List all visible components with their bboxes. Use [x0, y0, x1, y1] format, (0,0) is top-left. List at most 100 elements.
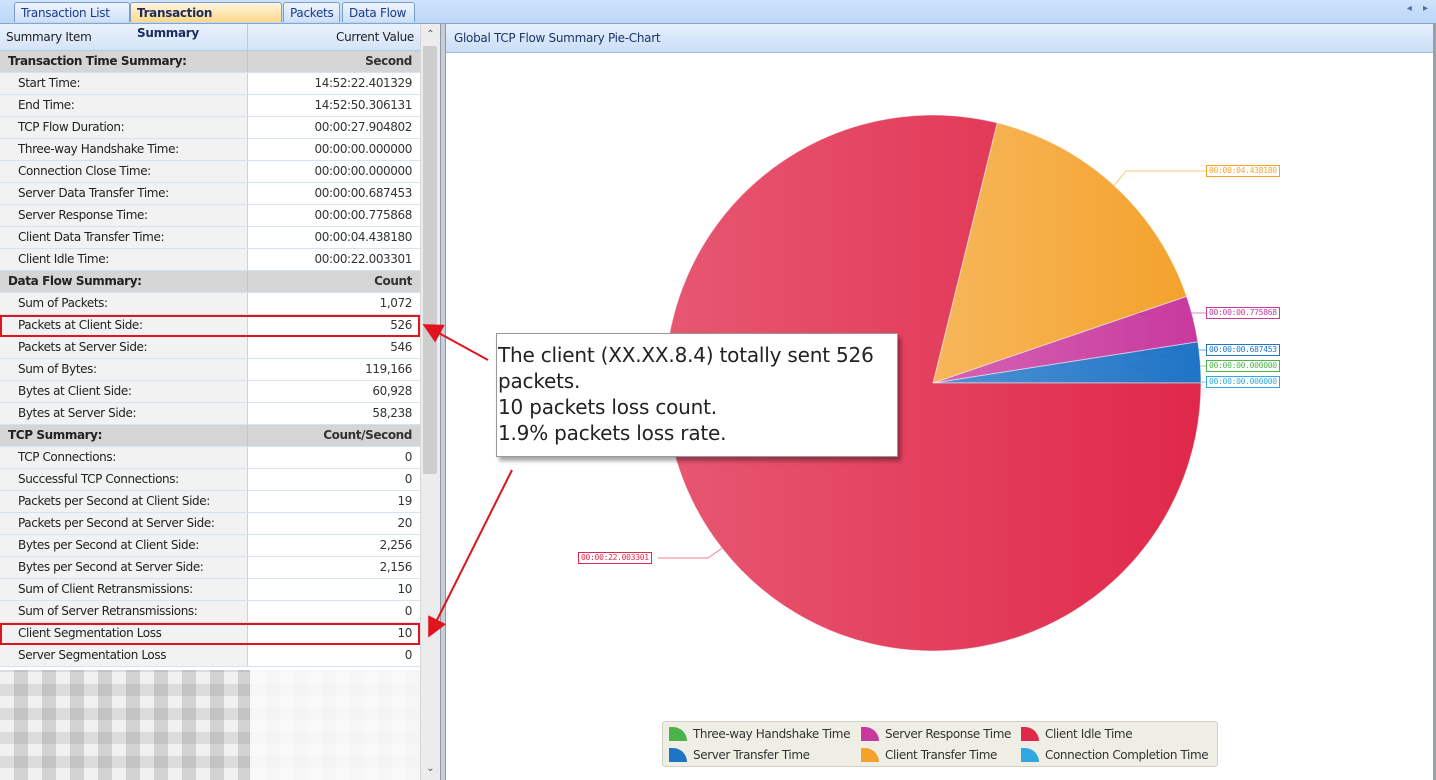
annotation-line: 1.9% packets loss rate. — [498, 421, 727, 445]
tab-packets[interactable]: Packets — [283, 2, 340, 22]
summary-item-label: Packets at Client Side: — [0, 315, 248, 336]
summary-item-label: Packets per Second at Client Side: — [0, 491, 248, 512]
table-row[interactable]: Connection Close Time: 00:00:00.000000 — [0, 161, 420, 183]
legend-label: Client Idle Time — [1045, 727, 1133, 741]
table-row[interactable]: Packets per Second at Client Side: 19 — [0, 491, 420, 513]
table-row[interactable]: Packets per Second at Server Side: 20 — [0, 513, 420, 535]
table-row[interactable]: Server Data Transfer Time: 00:00:00.68745… — [0, 183, 420, 205]
summary-item-label: Server Segmentation Loss — [0, 645, 248, 666]
pie-data-label: 00:00:00.000000 — [1206, 360, 1280, 372]
summary-item-label: Connection Close Time: — [0, 161, 248, 182]
summary-item-label: Sum of Packets: — [0, 293, 248, 314]
summary-item-value: 10 — [397, 626, 413, 640]
table-row[interactable]: Client Idle Time: 00:00:22.003301 — [0, 249, 420, 271]
table-row[interactable]: Sum of Packets: 1,072 — [0, 293, 420, 315]
table-row[interactable]: Bytes at Server Side: 58,238 — [0, 403, 420, 425]
table-row[interactable]: Server Segmentation Loss 0 — [0, 645, 420, 667]
summary-item-value: 14:52:50.306131 — [314, 98, 412, 112]
table-row[interactable]: Three-way Handshake Time: 00:00:00.000000 — [0, 139, 420, 161]
group-row[interactable]: Data Flow Summary: Count — [0, 271, 420, 293]
summary-item-label: Packets per Second at Server Side: — [0, 513, 248, 534]
summary-item-label: TCP Flow Duration: — [0, 117, 248, 138]
tab-transaction-list[interactable]: Transaction List — [14, 2, 130, 22]
column-header-summary-item[interactable]: Summary Item — [0, 24, 248, 50]
annotation-callout: The client (XX.XX.8.4) totally sent 526 … — [496, 333, 898, 457]
summary-item-value: 00:00:00.000000 — [314, 142, 412, 156]
column-header-current-value[interactable]: Current Value — [248, 24, 420, 50]
summary-item-value: 0 — [404, 450, 413, 464]
summary-item-value: Second — [248, 51, 420, 72]
annotation-line: 10 packets loss count. — [498, 395, 717, 419]
legend-swatch-icon — [669, 748, 687, 762]
table-row[interactable]: Client Segmentation Loss 10 — [0, 623, 420, 645]
summary-item-value: 58,238 — [372, 406, 412, 420]
summary-item-label: Sum of Server Retransmissions: — [0, 601, 248, 622]
summary-item-value: 2,256 — [379, 538, 413, 552]
table-row[interactable]: Packets at Client Side: 526 — [0, 315, 420, 337]
legend-swatch-icon — [669, 727, 687, 741]
table-row[interactable]: Bytes per Second at Client Side: 2,256 — [0, 535, 420, 557]
legend-item[interactable]: Client Idle Time — [1021, 725, 1133, 743]
summary-item-label: Bytes at Server Side: — [0, 403, 248, 424]
summary-item-label: Packets at Server Side: — [0, 337, 248, 358]
summary-item-label: Sum of Bytes: — [0, 359, 248, 380]
pie-data-label: 00:00:22.003301 — [578, 552, 652, 564]
vertical-scrollbar[interactable]: ⌃ ⌄ — [420, 24, 440, 780]
summary-item-label: Bytes per Second at Server Side: — [0, 557, 248, 578]
summary-item-value: 00:00:00.775868 — [314, 208, 412, 222]
table-row[interactable]: TCP Flow Duration: 00:00:27.904802 — [0, 117, 420, 139]
pie-data-label: 00:00:04.438180 — [1206, 165, 1280, 177]
summary-item-value: 546 — [390, 340, 412, 354]
table-row[interactable]: Start Time: 14:52:22.401329 — [0, 73, 420, 95]
summary-item-label: Client Data Transfer Time: — [0, 227, 248, 248]
table-row[interactable]: Sum of Bytes: 119,166 — [0, 359, 420, 381]
summary-item-label: End Time: — [0, 95, 248, 116]
summary-item-label: Bytes per Second at Client Side: — [0, 535, 248, 556]
grid-rows: Transaction Time Summary: Second Start Tim… — [0, 51, 420, 667]
scroll-down-icon[interactable]: ⌄ — [421, 760, 440, 778]
legend-item[interactable]: Connection Completion Time — [1021, 746, 1209, 764]
summary-item-value: Count — [248, 271, 420, 292]
redacted-rows — [0, 670, 420, 780]
table-row[interactable]: End Time: 14:52:50.306131 — [0, 95, 420, 117]
legend-item[interactable]: Client Transfer Time — [861, 746, 997, 764]
pie-data-label: 00:00:00.687453 — [1206, 344, 1280, 356]
summary-item-label: Client Segmentation Loss — [0, 623, 248, 644]
summary-item-label: Data Flow Summary: — [0, 271, 248, 292]
summary-item-value: 526 — [390, 318, 412, 332]
table-row[interactable]: Sum of Client Retransmissions: 10 — [0, 579, 420, 601]
legend-item[interactable]: Server Transfer Time — [669, 746, 810, 764]
summary-item-label: Transaction Time Summary: — [0, 51, 248, 72]
group-row[interactable]: Transaction Time Summary: Second — [0, 51, 420, 73]
pie-data-label: 00:00:00.775868 — [1206, 307, 1280, 319]
tab-scroll-arrows-icon[interactable]: ◂ ▸ — [1407, 3, 1432, 14]
legend-swatch-icon — [861, 748, 879, 762]
pie-data-label: 00:00:00.000000 — [1206, 376, 1280, 388]
table-row[interactable]: Packets at Server Side: 546 — [0, 337, 420, 359]
legend-swatch-icon — [861, 727, 879, 741]
table-row[interactable]: Bytes per Second at Server Side: 2,156 — [0, 557, 420, 579]
legend-item[interactable]: Three-way Handshake Time — [669, 725, 850, 743]
table-row[interactable]: Server Response Time: 00:00:00.775868 — [0, 205, 420, 227]
tab-data-flow[interactable]: Data Flow — [342, 2, 415, 22]
legend-item[interactable]: Server Response Time — [861, 725, 1011, 743]
table-row[interactable]: TCP Connections: 0 — [0, 447, 420, 469]
scroll-up-icon[interactable]: ⌃ — [421, 26, 440, 44]
group-row[interactable]: TCP Summary: Count/Second — [0, 425, 420, 447]
legend-label: Client Transfer Time — [885, 748, 997, 762]
summary-item-value: 0 — [404, 648, 413, 662]
summary-item-value: 14:52:22.401329 — [314, 76, 412, 90]
grid-header: Summary Item Current Value — [0, 24, 420, 51]
summary-item-value: 00:00:00.000000 — [314, 164, 412, 178]
table-row[interactable]: Client Data Transfer Time: 00:00:04.43818… — [0, 227, 420, 249]
table-row[interactable]: Bytes at Client Side: 60,928 — [0, 381, 420, 403]
summary-item-value: 20 — [397, 516, 413, 530]
summary-item-value: Count/Second — [248, 425, 420, 446]
legend-swatch-icon — [1021, 727, 1039, 741]
tab-transaction-summary[interactable]: Transaction Summary — [130, 2, 282, 40]
scrollbar-thumb[interactable] — [423, 46, 437, 474]
tab-bar: Transaction List Transaction Summary Pac… — [0, 0, 1436, 40]
table-row[interactable]: Successful TCP Connections: 0 — [0, 469, 420, 491]
table-row[interactable]: Sum of Server Retransmissions: 0 — [0, 601, 420, 623]
legend-label: Connection Completion Time — [1045, 748, 1209, 762]
